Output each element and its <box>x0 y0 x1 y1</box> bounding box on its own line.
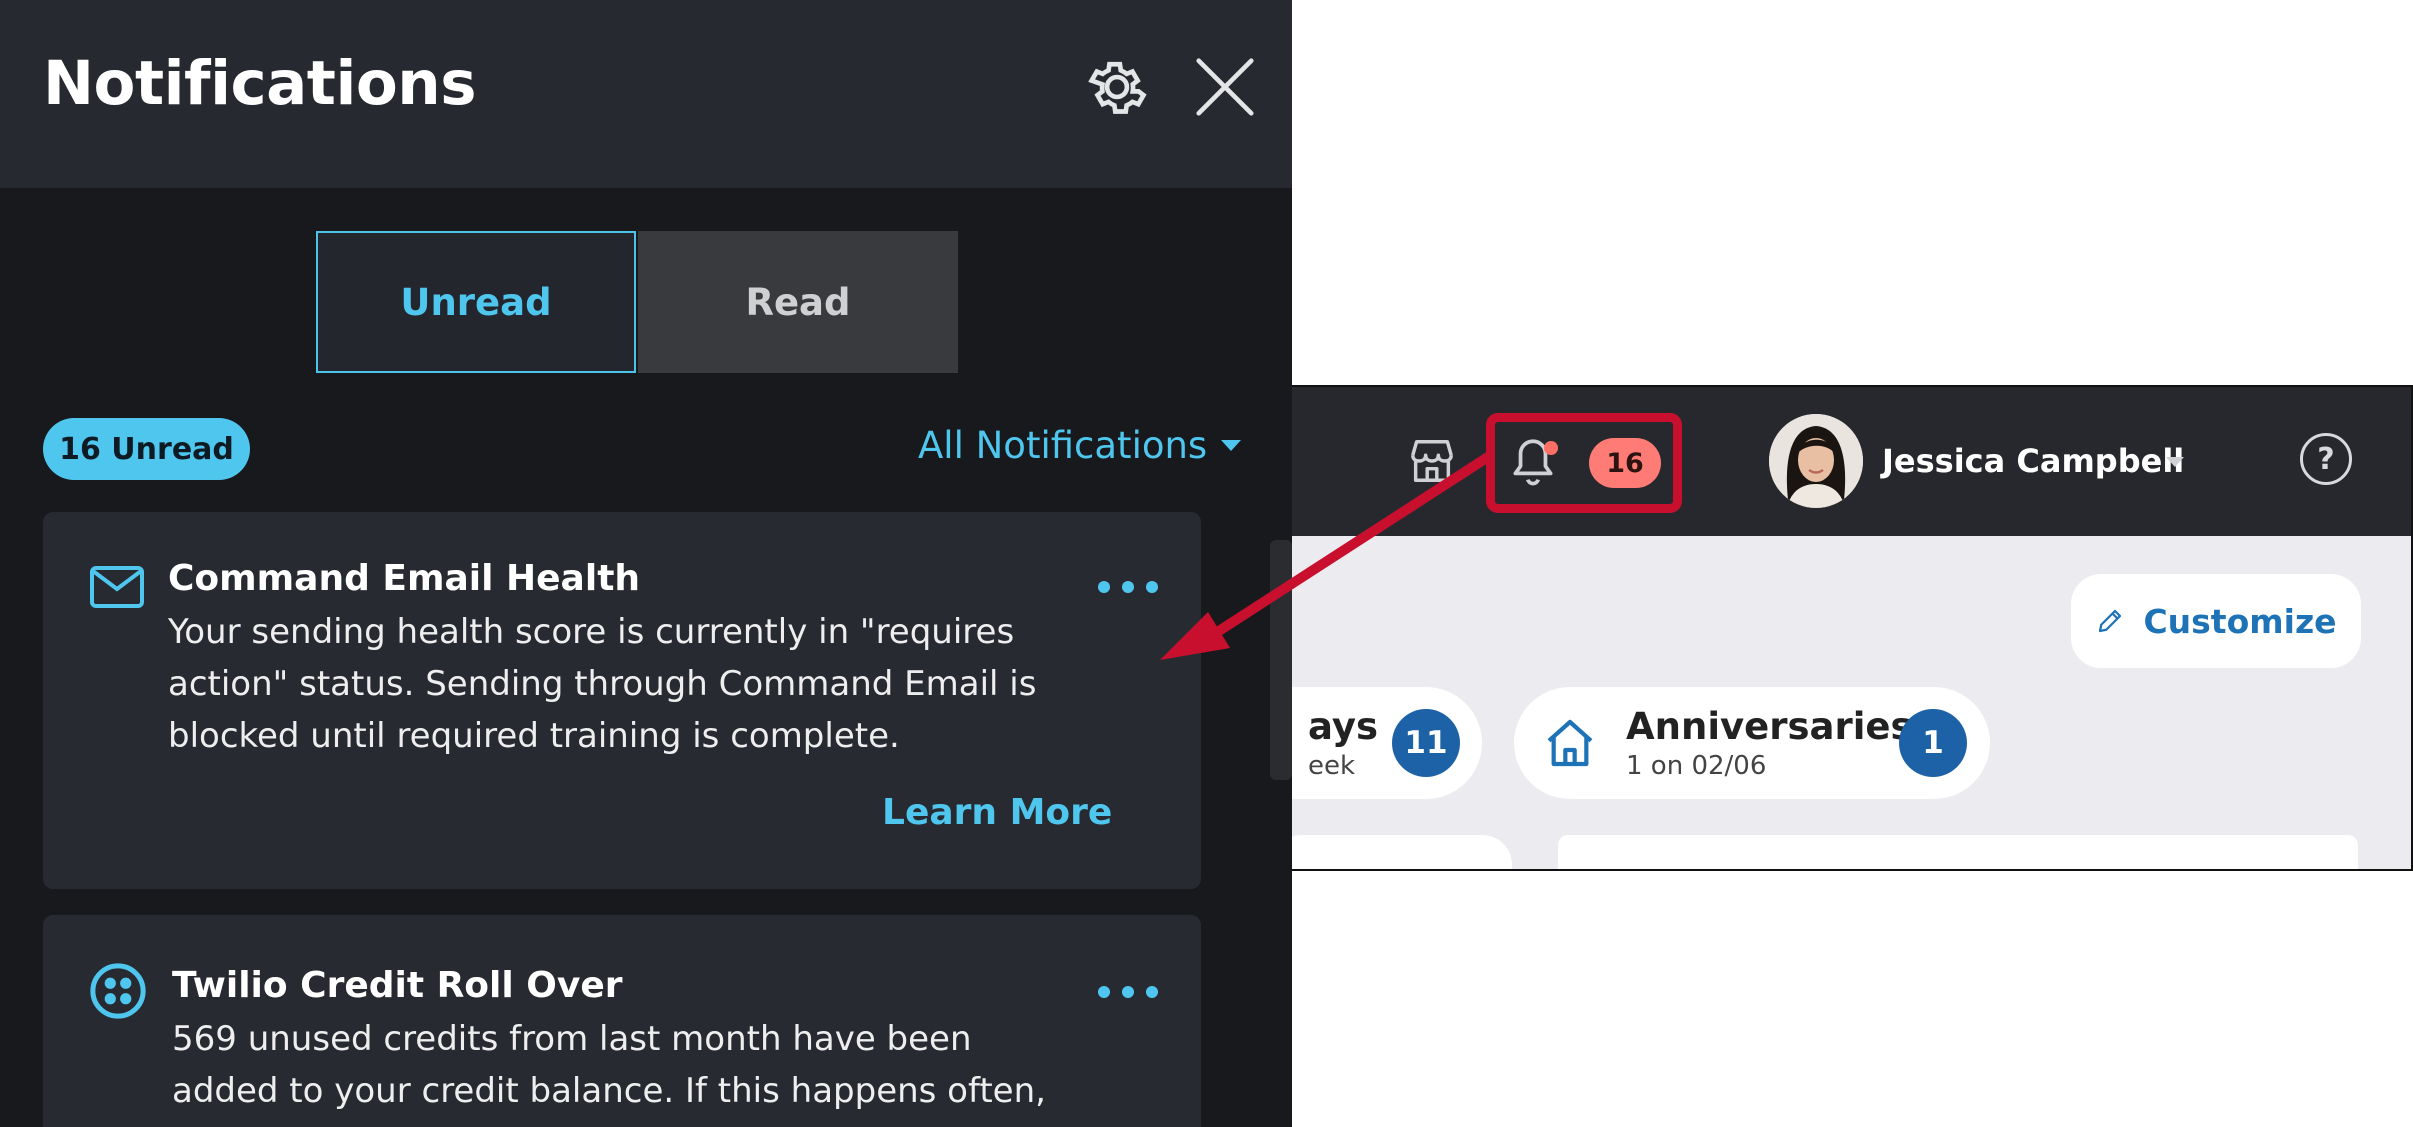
notification-body: Your sending health score is currently i… <box>168 612 1037 756</box>
birthdays-chip[interactable]: ays eek 11 <box>1292 687 1482 799</box>
content-card <box>1558 835 2358 869</box>
caret-down-icon[interactable] <box>2166 457 2184 467</box>
highlight-box <box>1486 413 1682 513</box>
notification-card: Command Email Health Your sending health… <box>43 512 1201 889</box>
pencil-icon <box>2099 609 2122 633</box>
user-name[interactable]: Jessica Campbell <box>1882 442 2184 480</box>
top-navigation-bar: 16 Jessica Campbell ? <box>1292 387 2413 536</box>
more-options-icon[interactable] <box>1098 577 1158 597</box>
caret-down-icon <box>1221 439 1242 451</box>
chip-title: Anniversaries <box>1626 705 1913 748</box>
customize-label: Customize <box>2143 601 2337 641</box>
chip-count-badge: 1 <box>1899 709 1967 777</box>
storefront-icon[interactable] <box>1407 437 1457 485</box>
app-screenshot: 16 Jessica Campbell ? Customize ays eek … <box>1292 385 2413 871</box>
all-notifications-dropdown[interactable]: All Notifications <box>918 420 1242 470</box>
unread-count-badge: 16 Unread <box>43 418 250 480</box>
notification-card: Twilio Credit Roll Over 569 unused credi… <box>43 915 1201 1127</box>
filter-label: All Notifications <box>918 423 1208 467</box>
notification-body: 569 unused credits from last month have … <box>172 1019 1046 1111</box>
notification-title: Twilio Credit Roll Over <box>172 965 623 1006</box>
scroll-edge <box>1270 540 1292 780</box>
tab-unread[interactable]: Unread <box>316 231 636 373</box>
gear-icon[interactable] <box>1082 52 1152 122</box>
notification-title: Command Email Health <box>168 558 641 599</box>
chip-count-badge: 11 <box>1392 709 1460 777</box>
anniversaries-chip[interactable]: Anniversaries 1 on 02/06 1 <box>1514 687 1990 799</box>
tab-read[interactable]: Read <box>638 231 958 373</box>
help-icon[interactable]: ? <box>2300 433 2352 485</box>
envelope-icon <box>90 566 144 608</box>
chip-subtitle: eek <box>1308 751 1356 781</box>
panel-title: Notifications <box>43 48 477 119</box>
panel-header: Notifications <box>0 0 1292 188</box>
home-icon <box>1547 719 1593 767</box>
customize-button[interactable]: Customize <box>2071 574 2361 668</box>
notifications-panel: Notifications Unread Read 16 Unread All … <box>0 0 1292 1127</box>
learn-more-link[interactable]: Learn More <box>882 792 1112 833</box>
content-card <box>1292 835 1512 869</box>
avatar[interactable] <box>1769 414 1863 508</box>
user-portrait-icon <box>1769 414 1863 508</box>
twilio-icon <box>90 963 146 1019</box>
chip-subtitle: 1 on 02/06 <box>1626 751 1767 781</box>
more-options-icon[interactable] <box>1098 982 1158 1002</box>
chip-title: ays <box>1308 705 1378 748</box>
close-icon[interactable] <box>1190 52 1260 122</box>
